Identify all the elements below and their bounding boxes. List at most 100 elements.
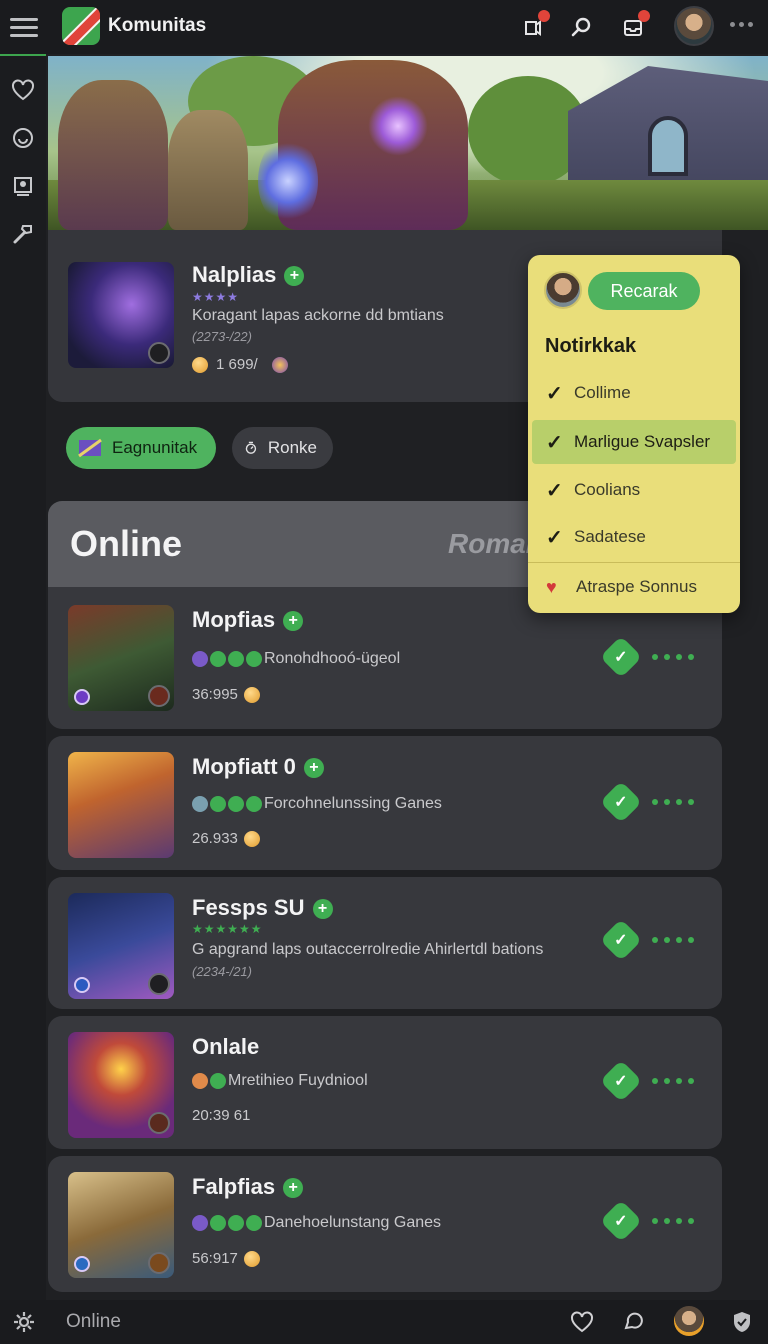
tag-icon bbox=[246, 650, 262, 667]
inbox-badge bbox=[638, 10, 650, 22]
online-filter-label[interactable]: Romal bbox=[448, 528, 534, 560]
featured-date: (2273-/22) bbox=[192, 329, 252, 344]
item-name: Onlale bbox=[192, 1034, 260, 1059]
group-icon bbox=[271, 357, 288, 374]
item-description: Ronohdhooó-ügeol bbox=[192, 650, 400, 668]
profile-avatar[interactable] bbox=[674, 1306, 704, 1336]
tag-icon bbox=[246, 1214, 262, 1231]
featured-thumbnail bbox=[68, 262, 174, 368]
tag-icon bbox=[210, 795, 226, 812]
heart-icon[interactable] bbox=[568, 1308, 596, 1336]
tag-icon bbox=[192, 1214, 208, 1231]
community-chip-label: Eagnunitak bbox=[112, 438, 198, 457]
coin-icon bbox=[243, 1251, 260, 1268]
tag-icon bbox=[192, 1072, 208, 1089]
recarak-button[interactable]: Recarak bbox=[588, 272, 700, 310]
dropdown-divider bbox=[528, 562, 740, 563]
community-chip[interactable]: Eagnunitak bbox=[66, 427, 216, 469]
item-thumbnail bbox=[68, 752, 174, 858]
menu-icon[interactable] bbox=[10, 13, 38, 41]
check-icon: ✓ bbox=[546, 431, 563, 454]
tag-icon bbox=[246, 795, 262, 812]
dropdown-item-selected[interactable]: ✓ Marligue Svapsler bbox=[532, 420, 736, 464]
chat-icon[interactable] bbox=[620, 1308, 648, 1336]
rank-icon bbox=[148, 342, 170, 364]
item-description: Mretihieo Fuydniool bbox=[192, 1072, 368, 1090]
rank-chip[interactable]: Ronke bbox=[232, 427, 333, 469]
row-more-icon[interactable] bbox=[652, 654, 694, 660]
list-item[interactable]: Falpfias + Danehoelunstang Ganes 56:917 ✓ bbox=[48, 1156, 722, 1292]
add-icon[interactable]: + bbox=[303, 758, 324, 779]
item-date: (2234-/21) bbox=[192, 964, 252, 979]
class-icon bbox=[74, 689, 90, 705]
notification-dropdown: Recarak Notirkkak ✓ Collime ✓ Marligue Sva… bbox=[528, 255, 740, 613]
more-icon[interactable] bbox=[730, 22, 753, 27]
item-name: Mopfias + bbox=[192, 607, 304, 633]
top-bar: Komunitas bbox=[0, 0, 768, 54]
tag-icon bbox=[228, 1214, 244, 1231]
rating-stars: ★★★★★★ bbox=[192, 922, 263, 936]
check-icon: ✓ bbox=[546, 479, 563, 502]
rank-icon bbox=[148, 685, 170, 707]
item-thumbnail bbox=[68, 1172, 174, 1278]
portrait-icon[interactable] bbox=[9, 172, 37, 200]
dropdown-item[interactable]: ✓ Coolians bbox=[528, 468, 740, 512]
rank-chip-label: Ronke bbox=[267, 438, 317, 457]
inbox-icon[interactable] bbox=[618, 10, 650, 42]
item-thumbnail bbox=[68, 605, 174, 711]
tag-icon bbox=[210, 650, 226, 667]
dropdown-heading: Notirkkak bbox=[545, 335, 637, 357]
row-more-icon[interactable] bbox=[652, 937, 694, 943]
item-stat: 20:39 61 bbox=[192, 1107, 251, 1124]
timer-icon bbox=[245, 441, 257, 454]
check-icon: ✓ bbox=[546, 526, 563, 549]
dropdown-avatar bbox=[544, 271, 582, 309]
verified-icon: ✓ bbox=[599, 1059, 643, 1103]
featured-description: Koragant lapas ackorne dd bmtians bbox=[192, 307, 444, 324]
row-more-icon[interactable] bbox=[652, 1218, 694, 1224]
tools-icon[interactable] bbox=[9, 220, 37, 248]
heart-icon: ♥ bbox=[546, 576, 557, 597]
add-icon[interactable]: + bbox=[312, 899, 333, 920]
status-label: Online bbox=[66, 1311, 121, 1332]
class-icon bbox=[74, 1256, 90, 1272]
hero-banner bbox=[48, 56, 768, 230]
verified-icon: ✓ bbox=[599, 918, 643, 962]
item-description: G apgrand laps outaccerrolredie Ahirlert… bbox=[192, 941, 544, 958]
search-icon[interactable] bbox=[566, 12, 596, 42]
featured-name: Nalplias + bbox=[192, 262, 305, 288]
item-name: Falpfias + bbox=[192, 1174, 304, 1200]
dropdown-footer-item[interactable]: ♥ Atraspe Sonnus bbox=[528, 565, 740, 609]
notification-icon[interactable] bbox=[518, 10, 550, 42]
coin-icon bbox=[243, 687, 260, 704]
dropdown-item[interactable]: ✓ Collime bbox=[528, 371, 740, 415]
tag-icon bbox=[210, 1072, 226, 1089]
rank-icon bbox=[148, 1112, 170, 1134]
add-icon[interactable]: + bbox=[283, 1178, 304, 1199]
rating-stars: ★★★★ bbox=[192, 290, 240, 304]
item-thumbnail bbox=[68, 893, 174, 999]
item-stat: 26.933 bbox=[192, 830, 260, 848]
sidebar bbox=[0, 54, 46, 1300]
row-more-icon[interactable] bbox=[652, 799, 694, 805]
check-icon: ✓ bbox=[546, 382, 563, 405]
settings-icon[interactable] bbox=[10, 1308, 38, 1336]
shield-icon[interactable] bbox=[728, 1308, 756, 1336]
item-name: Fessps SU + bbox=[192, 895, 333, 921]
tag-icon bbox=[210, 1214, 226, 1231]
list-item[interactable]: Fessps SU + ★★★★★★ G apgrand laps outacce… bbox=[48, 877, 722, 1009]
tag-icon bbox=[228, 650, 244, 667]
heart-icon[interactable] bbox=[9, 76, 37, 104]
activity-icon[interactable] bbox=[9, 124, 37, 152]
dropdown-item[interactable]: ✓ Sadatese bbox=[528, 515, 740, 559]
add-icon[interactable]: + bbox=[283, 611, 304, 632]
list-item[interactable]: Mopfiatt 0 + Forcohnelunssing Ganes 26.93… bbox=[48, 736, 722, 870]
bottom-bar: Online bbox=[0, 1300, 768, 1344]
row-more-icon[interactable] bbox=[652, 1078, 694, 1084]
tag-icon bbox=[192, 795, 208, 812]
add-icon[interactable]: + bbox=[284, 266, 305, 287]
notification-badge bbox=[538, 10, 550, 22]
tag-icon bbox=[228, 795, 244, 812]
list-item[interactable]: Onlale Mretihieo Fuydniool 20:39 61 ✓ bbox=[48, 1016, 722, 1149]
avatar[interactable] bbox=[674, 6, 714, 46]
